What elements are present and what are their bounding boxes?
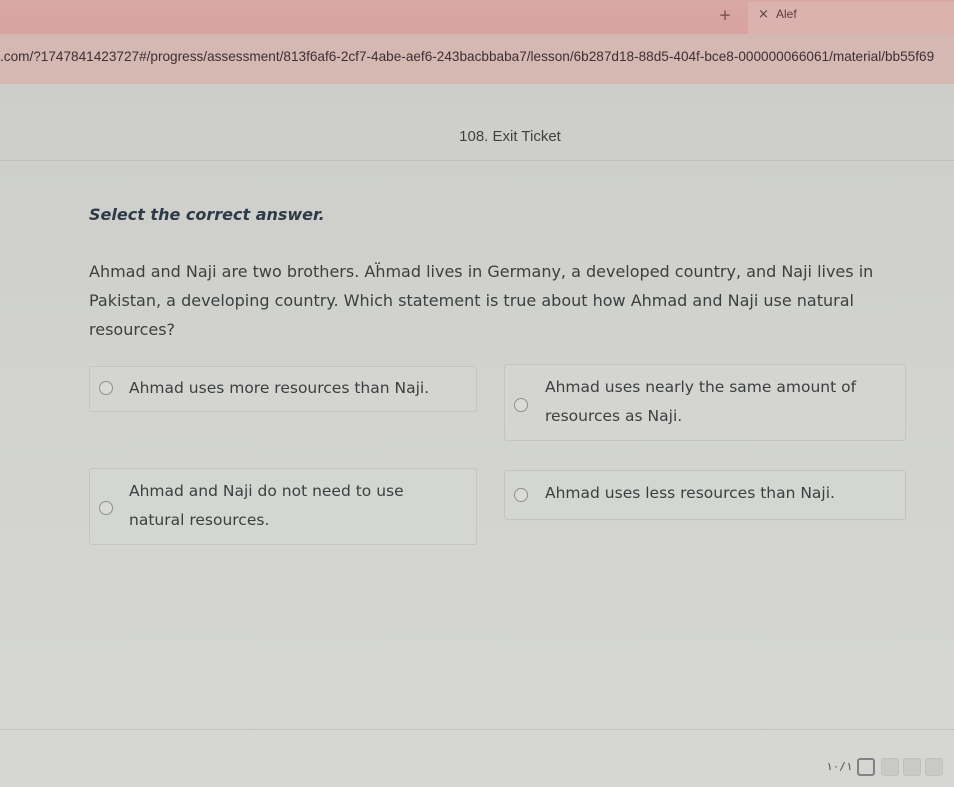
url-text[interactable]: .com/?1747841423727#/progress/assessment…	[0, 49, 954, 64]
new-tab-button[interactable]: +	[715, 5, 735, 25]
progress-step-current[interactable]	[857, 758, 875, 776]
tab-title: Alef	[776, 7, 797, 21]
progress-step[interactable]	[903, 758, 921, 776]
progress-step[interactable]	[925, 758, 943, 776]
radio-button-icon[interactable]	[99, 501, 113, 515]
answer-option-label: Ahmad uses less resources than Naji.	[545, 484, 835, 502]
footer-divider	[0, 729, 954, 730]
browser-tab-strip: + × Alef	[0, 0, 954, 34]
close-tab-icon[interactable]: ×	[758, 7, 769, 22]
radio-button-icon[interactable]	[514, 398, 528, 412]
answer-option-label: Ahmad uses more resources than Naji.	[129, 379, 430, 397]
radio-button-icon[interactable]	[99, 381, 113, 395]
instruction-text: Select the correct answer.	[89, 205, 325, 224]
question-counter: ١٠/١	[826, 760, 853, 773]
lesson-page: 108. Exit Ticket Select the correct answ…	[0, 84, 954, 787]
question-text: Ahmad and Naji are two brothers. Aḧmad l…	[89, 262, 874, 339]
answer-option-label: Ahmad uses nearly the same amount of res…	[545, 378, 857, 425]
answer-option-4[interactable]: Ahmad uses less resources than Naji.	[504, 470, 906, 520]
address-bar[interactable]: .com/?1747841423727#/progress/assessment…	[0, 34, 954, 84]
header-divider	[0, 160, 954, 161]
page-title: 108. Exit Ticket	[459, 128, 561, 145]
answer-option-1[interactable]: Ahmad uses more resources than Naji.	[89, 366, 477, 412]
answer-option-3[interactable]: Ahmad and Naji do not need to use natura…	[89, 468, 477, 545]
progress-step[interactable]	[881, 758, 899, 776]
answer-option-label: Ahmad and Naji do not need to use natura…	[129, 482, 404, 529]
answer-option-2[interactable]: Ahmad uses nearly the same amount of res…	[504, 364, 906, 441]
browser-tab[interactable]: × Alef	[748, 2, 954, 34]
radio-button-icon[interactable]	[514, 488, 528, 502]
